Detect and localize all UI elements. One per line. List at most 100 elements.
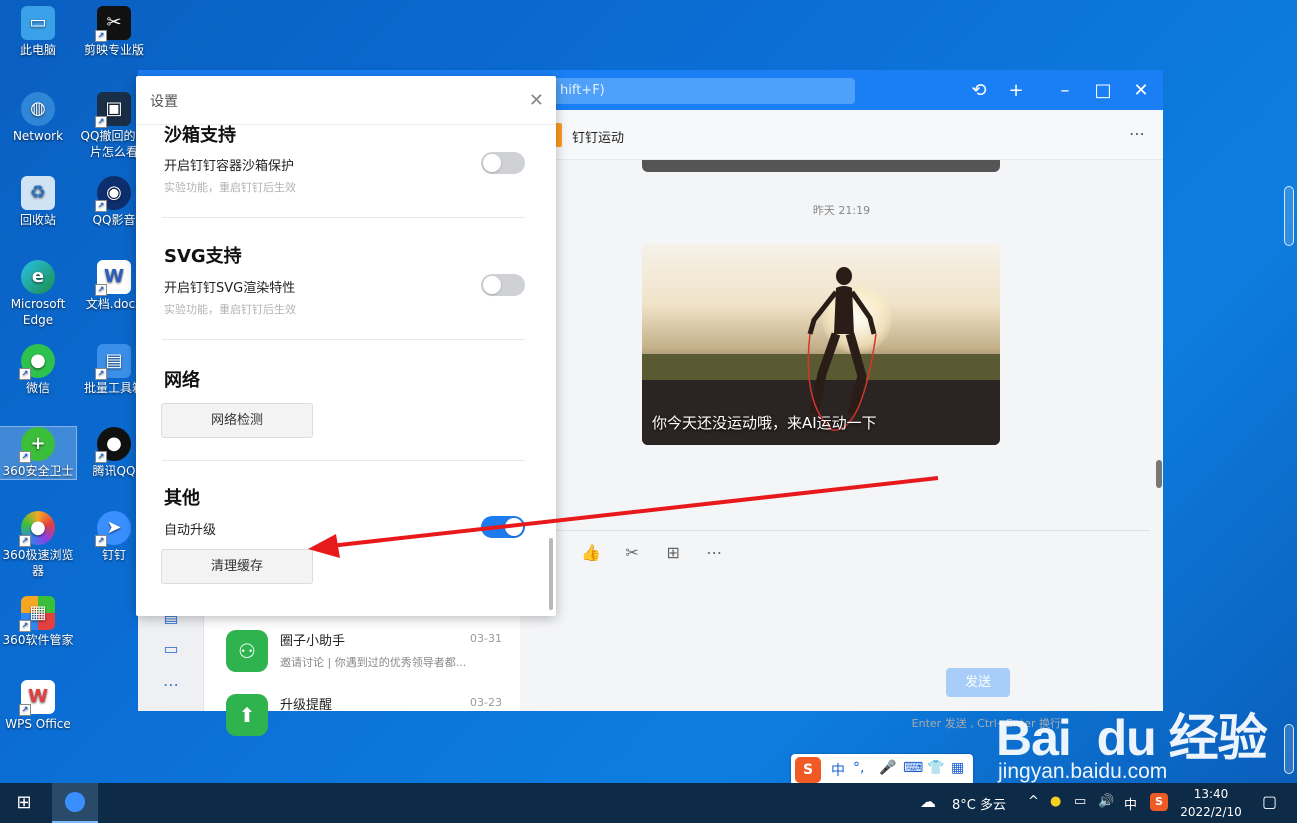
section-heading-sandbox: 沙箱支持 xyxy=(164,125,236,146)
desktop-icon-label: 360软件管家 xyxy=(2,633,74,647)
thumbs-up-icon[interactable]: 👍 xyxy=(580,542,602,564)
desktop-icon-360-safe[interactable]: + ↗ 360安全卫士 xyxy=(0,426,77,480)
desktop-icon-label: 回收站 xyxy=(19,213,56,227)
more-icon[interactable]: ⋯ xyxy=(160,674,182,696)
network-tray-icon[interactable]: ▭ xyxy=(1074,794,1086,809)
search-input[interactable]: hift+F) xyxy=(538,78,855,104)
desktop-icon-label: Microsoft Edge xyxy=(10,297,66,327)
desktop-icon-edge[interactable]: e Microsoft Edge xyxy=(0,260,76,328)
desktop-icon-label: 此电脑 xyxy=(19,43,56,57)
sandbox-note: 实验功能，重启钉钉后生效 xyxy=(164,181,296,194)
desktop-icon-label: 360安全卫士 xyxy=(2,464,74,478)
ime-mode-label[interactable]: 中 xyxy=(831,760,845,780)
keyboard-icon[interactable]: ⌨ xyxy=(903,760,923,776)
recycle-bin-icon: ♻ xyxy=(21,176,55,210)
360-browser-icon: ● ↗ xyxy=(19,511,55,547)
settings-scrollbar[interactable] xyxy=(549,538,553,610)
edge-icon: e xyxy=(21,260,55,294)
close-icon[interactable]: ✕ xyxy=(529,90,544,111)
close-icon[interactable]: ✕ xyxy=(1128,78,1154,104)
desktop-icon-this-pc[interactable]: ▭ 此电脑 xyxy=(0,6,76,58)
list-item[interactable]: ⚇ 圈子小助手 03-31 邀请讨论 | 你遇到过的优秀领导者都... xyxy=(204,620,520,684)
desktop-icon-360-browser[interactable]: ● ↗ 360极速浏览器 xyxy=(0,511,76,579)
taskbar-dingtalk-button[interactable] xyxy=(52,783,98,823)
clock[interactable]: 13:40 2022/2/10 xyxy=(1180,785,1242,821)
edge-scrollbar[interactable] xyxy=(1284,186,1294,246)
weather-text[interactable]: 8°C 多云 xyxy=(952,794,1006,813)
360-tray-icon[interactable]: ● xyxy=(1050,794,1061,809)
sandbox-toggle[interactable] xyxy=(481,152,525,174)
maximize-icon[interactable]: □ xyxy=(1090,78,1116,104)
baidu-jingyan-watermark: Bai du 经验 jingyan.baidu.com xyxy=(996,698,1268,783)
upgrade-arrow-avatar: ⬆ xyxy=(226,694,268,736)
card-caption: 你今天还没运动哦，来AI运动一下 xyxy=(652,414,877,432)
folder-icon[interactable]: ▭ xyxy=(160,638,182,660)
weather-icon[interactable]: ☁ xyxy=(920,792,936,811)
windows-start-icon[interactable]: ⊞ xyxy=(0,783,48,823)
add-file-icon[interactable]: ⊞ xyxy=(662,542,684,564)
desktop-icon-wps[interactable]: W ↗ WPS Office xyxy=(0,680,76,732)
scissors-icon[interactable]: ✂ xyxy=(621,542,643,564)
settings-header: 设置 ✕ xyxy=(136,76,556,125)
add-icon[interactable]: + xyxy=(1003,78,1029,104)
word-document-icon: W ↗ xyxy=(95,260,131,296)
chat-title: 钉钉运动 xyxy=(572,131,625,146)
desktop-icon-360-software[interactable]: ▦ ↗ 360软件管家 xyxy=(0,596,76,648)
conversation-title: 升级提醒 xyxy=(280,698,333,713)
dingtalk-icon: ➤ ↗ xyxy=(95,511,131,547)
conversation-title: 圈子小助手 xyxy=(280,634,346,649)
auto-update-label: 自动升级 xyxy=(164,523,217,538)
desktop-icon-recycle-bin[interactable]: ♻ 回收站 xyxy=(0,176,76,228)
network-icon: ◍ xyxy=(21,92,55,126)
divider xyxy=(520,530,1150,531)
computer-icon: ▭ xyxy=(21,6,55,40)
settings-title: 设置 xyxy=(150,94,178,110)
auto-update-toggle[interactable] xyxy=(481,516,525,538)
section-heading-other: 其他 xyxy=(164,488,200,509)
list-item[interactable]: ⬆ 升级提醒 03-23 xyxy=(204,684,520,748)
divider xyxy=(162,339,525,340)
sogou-logo-icon[interactable]: S xyxy=(795,757,821,783)
svg-label: 开启钉钉SVG渲染特性 xyxy=(164,281,296,296)
ai-sport-card[interactable]: 你今天还没运动哦，来AI运动一下 xyxy=(642,244,1000,445)
skin-icon[interactable]: 👕 xyxy=(927,760,944,776)
edge-scrollbar-bottom[interactable] xyxy=(1284,724,1294,774)
history-icon[interactable]: ⟲ xyxy=(966,78,992,104)
punctuation-icon[interactable]: °, xyxy=(853,760,864,776)
desktop-icon-label: Network xyxy=(12,129,64,143)
desktop-icon-wechat[interactable]: ● ↗ 微信 xyxy=(0,344,76,396)
360-safe-icon: + ↗ xyxy=(19,427,55,463)
svg-note: 实验功能，重启钉钉后生效 xyxy=(164,303,296,316)
message-timestamp: 昨天 21:19 xyxy=(812,204,871,217)
network-check-button[interactable]: 网络检测 xyxy=(161,403,313,438)
circle-assistant-avatar: ⚇ xyxy=(226,630,268,672)
chat-scrollbar[interactable] xyxy=(1156,460,1162,488)
minimize-icon[interactable]: – xyxy=(1052,78,1078,104)
conversation-preview: 邀请讨论 | 你遇到过的优秀领导者都... xyxy=(280,656,467,669)
desktop-icon-network[interactable]: ◍ Network xyxy=(0,92,76,144)
grid-menu-icon[interactable]: ▦ xyxy=(951,760,964,776)
more-icon[interactable]: ⋯ xyxy=(703,542,725,564)
desktop-icon-label: 360极速浏览器 xyxy=(2,548,74,578)
volume-icon[interactable]: 🔊 xyxy=(1098,794,1114,809)
desktop-icon-label: 微信 xyxy=(25,381,50,395)
notification-icon[interactable]: ▢ xyxy=(1262,792,1277,811)
clear-cache-button[interactable]: 清理缓存 xyxy=(161,549,313,584)
desktop-icon-jianying[interactable]: ✂ ↗ 剪映专业版 xyxy=(76,6,152,58)
clock-time: 13:40 xyxy=(1193,787,1229,801)
chat-area: 钉钉运动 ⋯ 昨天 21:19 你今天还没运动哦，来AI运动一下 👍 ✂ ⊞ ⋯… xyxy=(520,110,1163,730)
clock-date: 2022/2/10 xyxy=(1180,805,1242,819)
qq-player-icon: ◉ ↗ xyxy=(95,176,131,212)
more-options-icon[interactable]: ⋯ xyxy=(1129,124,1145,143)
desktop-icon-label: 剪映专业版 xyxy=(83,43,144,57)
show-hidden-icons-icon[interactable]: ^ xyxy=(1028,794,1039,809)
ime-tray-label[interactable]: 中 xyxy=(1124,794,1137,813)
conversation-time: 03-23 xyxy=(470,696,502,709)
previous-image-card[interactable] xyxy=(642,160,1000,172)
divider xyxy=(162,460,525,461)
svg-toggle[interactable] xyxy=(481,274,525,296)
microphone-icon[interactable]: 🎤 xyxy=(879,760,896,776)
chat-header: 钉钉运动 ⋯ xyxy=(520,110,1163,160)
send-button[interactable]: 发送 xyxy=(946,668,1010,697)
sogou-tray-icon[interactable]: S xyxy=(1150,793,1168,811)
